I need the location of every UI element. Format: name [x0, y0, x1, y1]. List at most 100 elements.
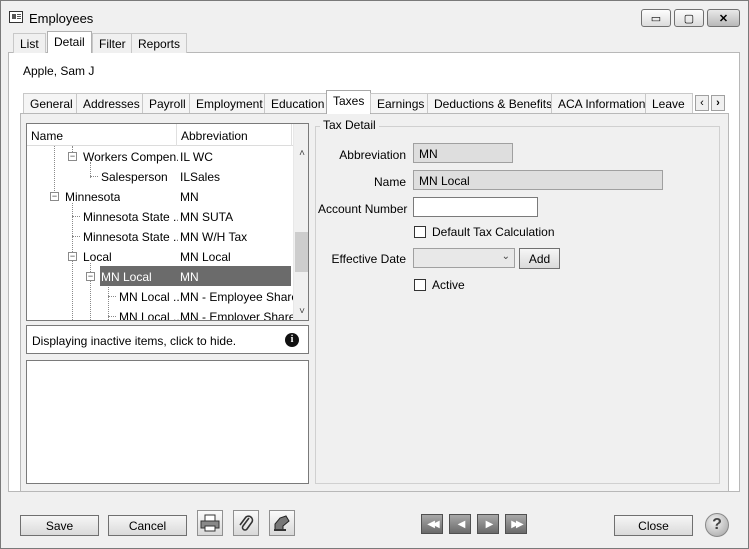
- tab-scroll-right-button[interactable]: ›: [711, 95, 725, 111]
- tree-row[interactable]: MN Local ... MN - Employer Share: [27, 306, 296, 321]
- subtab-taxes[interactable]: Taxes: [326, 90, 372, 114]
- maximize-button[interactable]: ▢: [674, 9, 704, 27]
- tree-row[interactable]: Minnesota State ... MN W/H Tax: [27, 226, 293, 246]
- subtab-leave[interactable]: Leave: [645, 93, 693, 113]
- column-header-abbreviation[interactable]: Abbreviation: [181, 129, 248, 143]
- window-title: Employees: [29, 11, 94, 26]
- tax-tree[interactable]: Name Abbreviation − − − − Workers Compen…: [26, 123, 309, 321]
- tab-scroll-left-button[interactable]: ‹: [695, 95, 709, 111]
- app-icon: [9, 11, 23, 23]
- history-button[interactable]: [269, 510, 295, 536]
- account-number-field[interactable]: [413, 197, 538, 217]
- chevron-left-icon: ‹: [700, 97, 704, 109]
- last-icon: ▶▶: [511, 518, 524, 530]
- subtab-aca-information[interactable]: ACA Information: [551, 93, 653, 113]
- subtab-education[interactable]: Education: [264, 93, 332, 113]
- subtab-employment[interactable]: Employment: [189, 93, 270, 113]
- chevron-right-icon: ›: [716, 97, 720, 109]
- tree-header: Name Abbreviation: [27, 124, 293, 146]
- column-header-name[interactable]: Name: [31, 129, 63, 143]
- tree-row-name: MN Local ...: [119, 310, 179, 321]
- first-record-button[interactable]: ◀◀: [421, 514, 443, 534]
- active-label: Active: [432, 278, 465, 292]
- first-icon: ◀◀: [427, 518, 440, 530]
- tab-detail[interactable]: Detail: [47, 31, 92, 53]
- tree-row-name: MN Local: [101, 270, 152, 284]
- tree-row-name: MN Local ...: [119, 290, 179, 304]
- default-tax-calculation-label: Default Tax Calculation: [432, 225, 555, 239]
- tree-row[interactable]: Minnesota MN: [27, 186, 293, 206]
- cancel-button[interactable]: Cancel: [108, 515, 187, 536]
- save-button[interactable]: Save: [20, 515, 99, 536]
- tree-row-name: Salesperson: [101, 170, 168, 184]
- printer-icon: [200, 514, 220, 532]
- subtab-deductions-benefits[interactable]: Deductions & Benefits: [427, 93, 560, 113]
- help-icon[interactable]: ?: [705, 513, 729, 537]
- tree-row-name: Local: [83, 250, 112, 264]
- subtab-earnings[interactable]: Earnings: [370, 93, 432, 113]
- last-record-button[interactable]: ▶▶: [505, 514, 527, 534]
- account-number-label: Account Number: [318, 202, 408, 216]
- tree-row-abbr: MN - Employee Share: [180, 290, 299, 304]
- abbreviation-field: MN: [413, 143, 513, 163]
- abbreviation-label: Abbreviation: [339, 148, 406, 162]
- effective-date-label: Effective Date: [331, 252, 406, 266]
- scroll-thumb[interactable]: [295, 232, 308, 272]
- name-label: Name: [373, 175, 406, 189]
- tree-row-abbr: MN: [180, 190, 199, 204]
- minimize-icon: ▭: [650, 12, 662, 25]
- next-icon: ▶: [485, 518, 494, 530]
- tree-row-name: Minnesota State ...: [83, 230, 178, 244]
- tree-row[interactable]: MN Local ... MN - Employee Share: [27, 286, 298, 306]
- effective-date-select[interactable]: ⌄: [413, 248, 515, 268]
- tree-row-abbr: IL WC: [180, 150, 213, 164]
- minimize-button[interactable]: ▭: [641, 9, 671, 27]
- close-icon: ✕: [718, 12, 729, 25]
- tree-row-abbr: ILSales: [180, 170, 221, 184]
- tree-row-abbr: MN - Employer Share: [180, 310, 296, 321]
- tree-row[interactable]: Workers Compen... IL WC: [27, 146, 293, 166]
- close-window-button[interactable]: ✕: [707, 9, 740, 27]
- scroll-down-icon[interactable]: ˅: [294, 304, 308, 320]
- paperclip-icon: [239, 515, 254, 531]
- title-bar[interactable]: [1, 1, 748, 32]
- tree-row[interactable]: Salesperson ILSales: [27, 166, 293, 186]
- subtab-general[interactable]: General: [23, 93, 80, 113]
- info-icon: i: [285, 333, 299, 347]
- print-button[interactable]: [197, 510, 223, 536]
- tree-row-selected[interactable]: MN Local MN: [27, 266, 293, 286]
- tree-row-abbr: MN Local: [180, 250, 231, 264]
- column-divider: [291, 124, 292, 146]
- tax-detail-title: Tax Detail: [320, 118, 379, 132]
- maximize-icon: ▢: [683, 12, 695, 25]
- tree-row[interactable]: Minnesota State ... MN SUTA: [27, 206, 293, 226]
- inactive-items-bar[interactable]: Displaying inactive items, click to hide…: [26, 325, 309, 354]
- tree-row-abbr: MN: [180, 270, 199, 284]
- tab-list[interactable]: List: [13, 33, 46, 53]
- close-button[interactable]: Close: [614, 515, 693, 536]
- subtab-addresses[interactable]: Addresses: [76, 93, 147, 113]
- subtab-payroll[interactable]: Payroll: [142, 93, 193, 113]
- tree-row-name: Minnesota State ...: [83, 210, 178, 224]
- inactive-items-text: Displaying inactive items, click to hide…: [32, 334, 237, 348]
- attach-button[interactable]: [233, 510, 259, 536]
- next-record-button[interactable]: ▶: [477, 514, 499, 534]
- employee-name: Apple, Sam J: [23, 64, 95, 78]
- column-divider: [176, 124, 177, 146]
- name-field: MN Local: [413, 170, 663, 190]
- scroll-up-icon[interactable]: ˄: [294, 146, 308, 162]
- add-button[interactable]: Add: [519, 248, 560, 269]
- notes-area: [26, 360, 309, 484]
- tree-scrollbar[interactable]: ˄ ˅: [293, 124, 308, 320]
- active-checkbox[interactable]: [414, 279, 426, 291]
- tree-row-name: Workers Compen...: [83, 150, 178, 164]
- previous-icon: ◀: [457, 518, 466, 530]
- tree-row-name: Minnesota: [65, 190, 121, 204]
- previous-record-button[interactable]: ◀: [449, 514, 471, 534]
- tree-row[interactable]: Local MN Local: [27, 246, 293, 266]
- stamp-icon: [274, 515, 290, 531]
- default-tax-calculation-checkbox[interactable]: [414, 226, 426, 238]
- tree-row-abbr: MN W/H Tax: [180, 230, 248, 244]
- tab-filter[interactable]: Filter: [92, 33, 133, 53]
- tab-reports[interactable]: Reports: [131, 33, 188, 53]
